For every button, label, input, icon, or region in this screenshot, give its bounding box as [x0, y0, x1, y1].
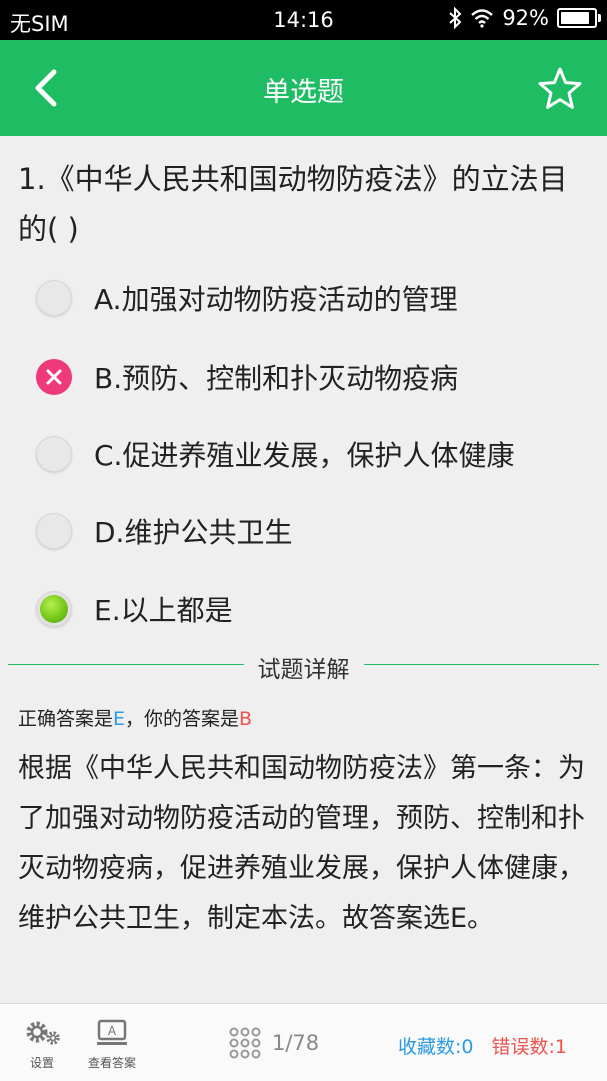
option-label: D.维护公共卫生: [94, 516, 293, 549]
errors-count: 错误数:1: [491, 1036, 568, 1058]
battery-icon: [557, 8, 601, 28]
question-text: 1.《中华人民共和国动物防疫法》的立法目的( ): [18, 162, 568, 246]
option-b[interactable]: B.预防、控制和扑灭动物疫病: [36, 347, 596, 407]
option-label: B.预防、控制和扑灭动物疫病: [94, 362, 459, 395]
favorites-count: 收藏数:0: [398, 1036, 474, 1058]
nav-bar: 单选题: [0, 40, 607, 136]
bottom-toolbar: 设置 A 查看答案 1/78 收藏数:0 错误数:1: [0, 1003, 607, 1081]
page-indicator[interactable]: 1/78: [228, 1026, 319, 1060]
option-d[interactable]: D.维护公共卫生: [36, 501, 596, 561]
your-answer-prefix: ，你的答案是: [125, 708, 240, 730]
status-icons: 92%: [448, 6, 601, 30]
option-label: E.以上都是: [94, 594, 233, 627]
wrong-mark-icon: [36, 359, 72, 395]
explanation-text: 根据《中华人民共和国动物防疫法》第一条：为了加强对动物防疫活动的管理，预防、控制…: [18, 753, 585, 934]
option-c[interactable]: C.促进养殖业发展，保护人体健康: [36, 424, 596, 484]
option-a[interactable]: A.加强对动物防疫活动的管理: [36, 268, 596, 328]
wifi-icon: [471, 9, 494, 28]
radio-icon: [36, 513, 72, 549]
gear-icon: [26, 1021, 60, 1045]
answer-card-icon: A: [97, 1019, 127, 1045]
star-icon[interactable]: [537, 66, 583, 112]
correct-mark-icon: [36, 591, 72, 627]
battery-percent: 92%: [502, 6, 549, 30]
settings-button[interactable]: 设置: [22, 1018, 62, 1071]
correct-answer-value: E: [113, 708, 126, 730]
view-answer-label: 查看答案: [88, 1056, 137, 1070]
stats: 收藏数:0 错误数:1: [398, 1032, 567, 1059]
detail-divider: 试题详解: [8, 648, 599, 684]
answer-summary: 正确答案是E，你的答案是B: [18, 704, 252, 731]
svg-text:A: A: [108, 1024, 117, 1038]
settings-label: 设置: [29, 1056, 54, 1070]
your-answer-value: B: [239, 708, 253, 730]
radio-icon: [36, 280, 72, 316]
correct-answer-prefix: 正确答案是: [18, 708, 114, 730]
status-bar: 无SIM 14:16 92%: [0, 0, 607, 40]
grid-icon: [229, 1027, 261, 1059]
option-e[interactable]: E.以上都是: [36, 579, 596, 639]
bluetooth-icon: [449, 7, 462, 29]
option-label: A.加强对动物防疫活动的管理: [94, 283, 458, 316]
view-answer-button[interactable]: A 查看答案: [88, 1018, 136, 1071]
detail-heading: 试题详解: [247, 657, 360, 683]
option-label: C.促进养殖业发展，保护人体健康: [94, 439, 515, 472]
page-title: 单选题: [263, 77, 344, 108]
page-number: 1/78: [272, 1031, 320, 1055]
radio-icon: [36, 436, 72, 472]
